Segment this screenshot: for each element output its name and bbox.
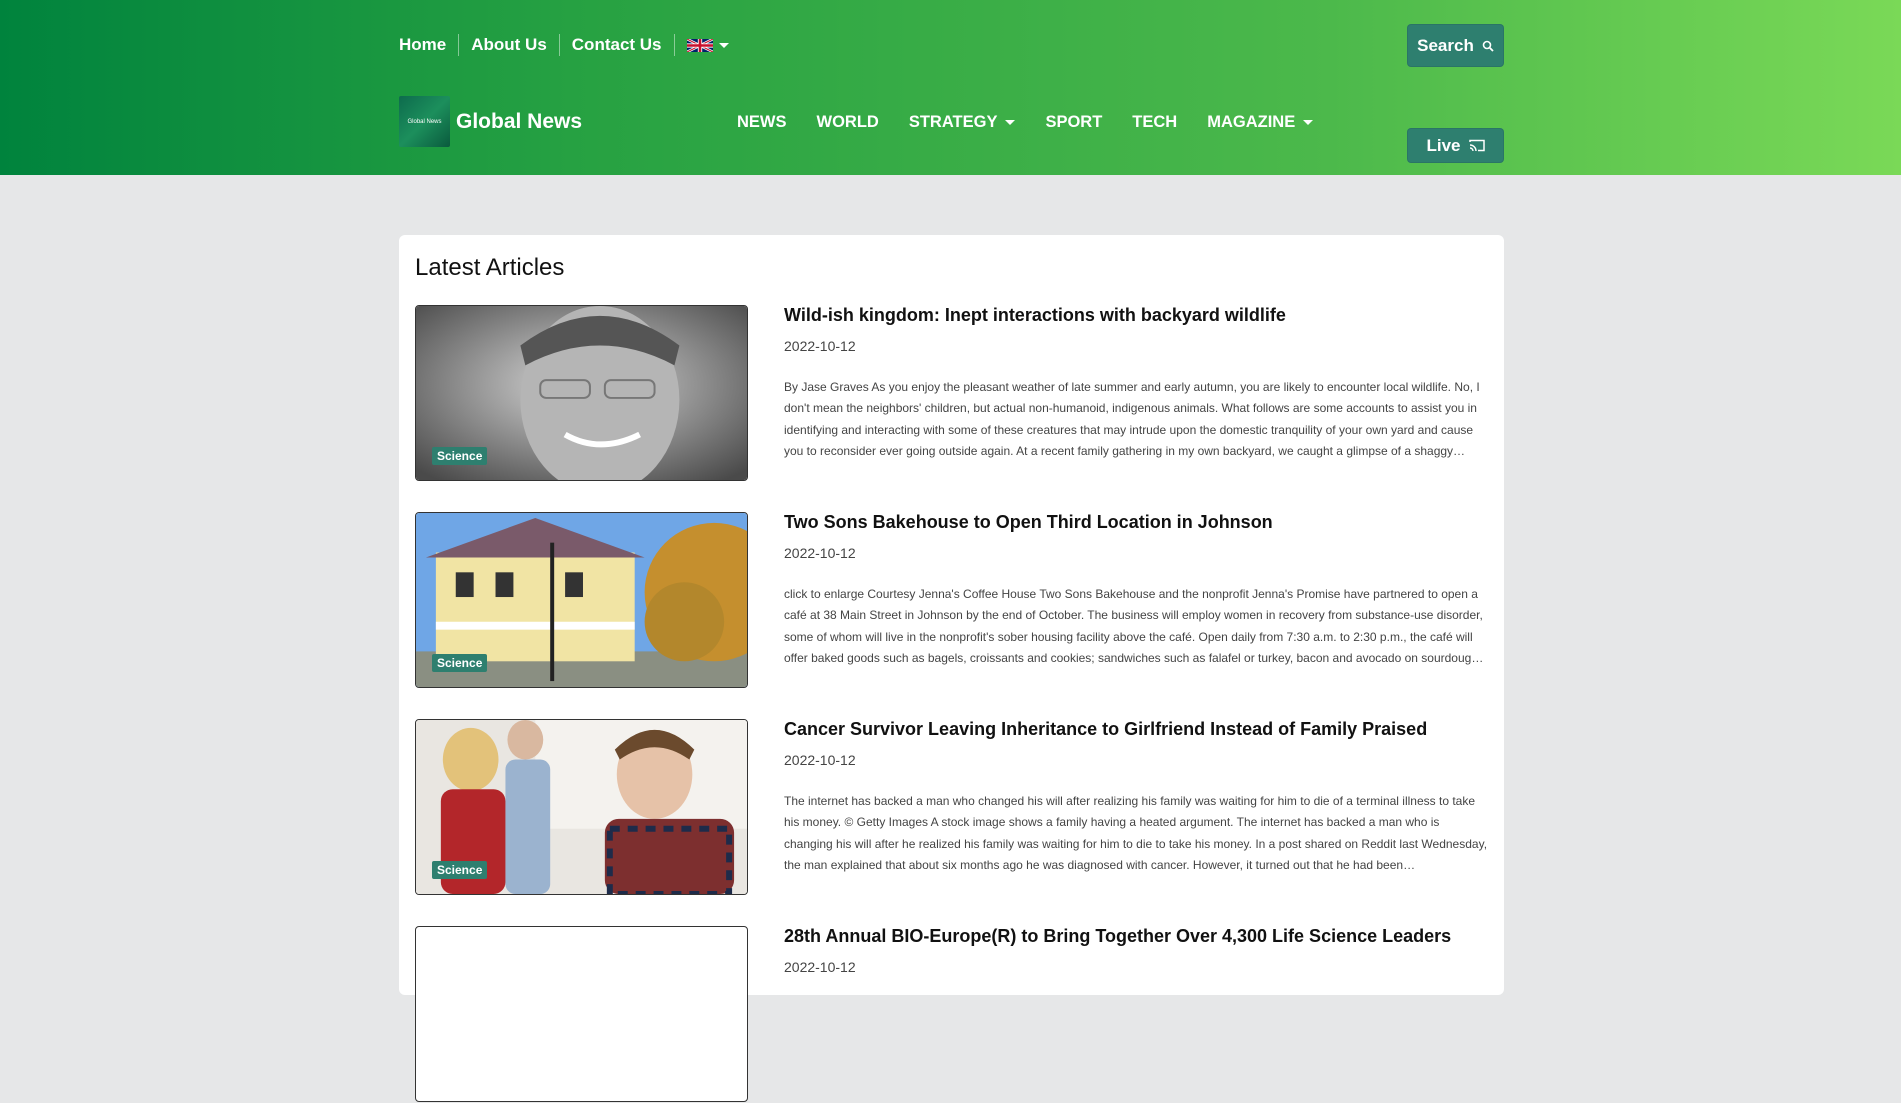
article-date: 2022-10-12: [784, 338, 856, 354]
nav-sport[interactable]: SPORT: [1030, 111, 1117, 133]
nav-tech[interactable]: TECH: [1117, 111, 1192, 133]
contact-us-link[interactable]: Contact Us: [558, 34, 674, 56]
top-bar: Home About Us Contact Us Search Live: [399, 24, 1504, 163]
article-date: 2022-10-12: [784, 752, 856, 768]
about-us-link[interactable]: About Us: [458, 34, 559, 56]
uk-flag-icon: [686, 38, 713, 52]
article-item: Science Cancer Survivor Leaving Inherita…: [415, 719, 1488, 896]
nav-world[interactable]: WORLD: [802, 111, 894, 133]
nav-news[interactable]: NEWS: [722, 111, 802, 133]
article-date: 2022-10-12: [784, 545, 856, 561]
home-link[interactable]: Home: [399, 34, 458, 56]
article-title[interactable]: 28th Annual BIO-Europe(R) to Bring Toget…: [784, 926, 1451, 947]
chevron-down-icon: [718, 42, 729, 48]
article-thumbnail[interactable]: Science: [415, 305, 748, 481]
category-tag[interactable]: Science: [432, 861, 488, 879]
article-thumbnail[interactable]: Science: [415, 719, 748, 895]
article-item: Science Wild-ish kingdom: Inept interact…: [415, 305, 1488, 482]
article-excerpt: The internet has backed a man who change…: [784, 794, 1488, 872]
nav-news-label: NEWS: [737, 113, 787, 131]
nav-strategy[interactable]: STRATEGY: [894, 111, 1031, 133]
language-selector[interactable]: [673, 34, 741, 56]
nav-sport-label: SPORT: [1045, 113, 1103, 131]
nav-strategy-label: STRATEGY: [908, 113, 998, 131]
nav-magazine-label: MAGAZINE: [1207, 113, 1296, 131]
search-icon: [1482, 40, 1494, 52]
main-nav-row: Global News Global News NEWS WORLD STRAT…: [399, 96, 1504, 148]
search-button[interactable]: Search: [1407, 24, 1504, 67]
top-links: Home About Us Contact Us: [399, 34, 741, 56]
article-excerpt: click to enlarge Courtesy Jenna's Coffee…: [784, 587, 1484, 665]
article-title[interactable]: Wild-ish kingdom: Inept interactions wit…: [784, 305, 1286, 326]
section-title: Latest Articles: [415, 254, 565, 281]
article-thumbnail[interactable]: Science: [415, 512, 748, 688]
search-button-label: Search: [1417, 35, 1474, 55]
chevron-down-icon: [1303, 119, 1314, 125]
logo: Global News: [399, 96, 450, 147]
main-nav: NEWS WORLD STRATEGY SPORT TECH MAGAZINE: [722, 111, 1328, 133]
article-title[interactable]: Two Sons Bakehouse to Open Third Locatio…: [784, 512, 1273, 533]
brand-name: Global News: [456, 109, 583, 133]
chevron-down-icon: [1005, 119, 1016, 125]
brand-logo-link[interactable]: Global News Global News: [399, 96, 582, 147]
logo-text: Global News: [407, 118, 442, 125]
nav-magazine[interactable]: MAGAZINE: [1192, 111, 1328, 133]
latest-articles-card: Latest Articles Science Wild-ish kingdom…: [399, 235, 1504, 1102]
article-item: Science Two Sons Bakehouse to Open Third…: [415, 512, 1488, 689]
site-header: Home About Us Contact Us Search Live Glo…: [0, 0, 1901, 175]
nav-world-label: WORLD: [816, 113, 879, 131]
category-tag[interactable]: Science: [432, 654, 488, 672]
nav-tech-label: TECH: [1132, 113, 1178, 131]
article-item: 28th Annual BIO-Europe(R) to Bring Toget…: [415, 926, 1488, 1103]
article-date: 2022-10-12: [784, 959, 856, 975]
article-excerpt: By Jase Graves As you enjoy the pleasant…: [784, 380, 1480, 458]
category-tag[interactable]: Science: [432, 447, 488, 465]
article-thumbnail[interactable]: [415, 926, 748, 1102]
article-title[interactable]: Cancer Survivor Leaving Inheritance to G…: [784, 719, 1427, 740]
